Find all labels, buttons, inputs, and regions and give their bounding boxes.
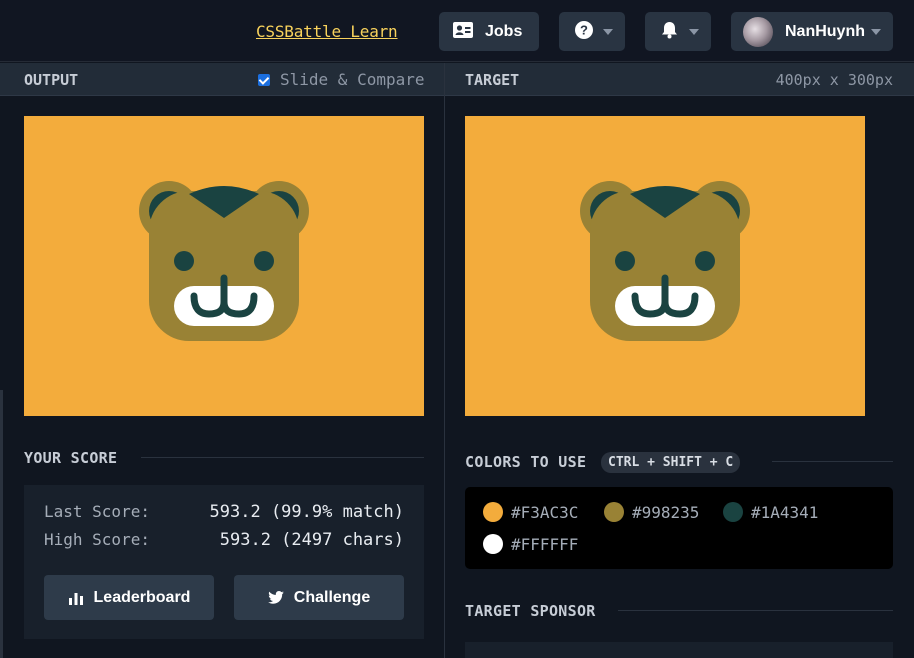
color-hex: #1A4341: [751, 502, 819, 522]
bell-icon: [661, 21, 678, 43]
slide-compare-label: Slide & Compare: [280, 70, 425, 89]
target-title: TARGET: [465, 71, 520, 89]
chevron-down-icon: [689, 29, 699, 35]
bar-chart-icon: [68, 591, 84, 605]
sponsor-panel: [465, 642, 893, 658]
high-score-label: High Score:: [44, 530, 150, 549]
score-panel: Last Score: 593.2 (99.9% match) High Sco…: [24, 485, 424, 639]
slide-compare-toggle[interactable]: Slide & Compare: [258, 70, 425, 89]
user-menu-button[interactable]: NanHuynh: [731, 12, 893, 51]
section-divider: [141, 457, 424, 458]
leaderboard-button[interactable]: Leaderboard: [44, 575, 214, 620]
chevron-down-icon: [603, 29, 613, 35]
username: NanHuynh: [785, 22, 865, 40]
jobs-label: Jobs: [485, 22, 523, 40]
svg-text:?: ?: [580, 22, 588, 37]
output-preview[interactable]: [24, 116, 424, 416]
color-dot: [723, 502, 743, 522]
color-swatch[interactable]: #998235: [604, 502, 699, 522]
section-divider: [772, 461, 893, 462]
help-icon: ?: [575, 20, 593, 43]
colors-heading: COLORS TO USE: [465, 453, 587, 471]
target-dimensions: 400px x 300px: [775, 71, 893, 89]
target-panel-header: TARGET 400px x 300px: [445, 63, 914, 96]
color-dot: [483, 534, 503, 554]
last-score-label: Last Score:: [44, 502, 150, 521]
leaderboard-label: Leaderboard: [93, 588, 191, 606]
color-dot: [483, 502, 503, 522]
panel-divider[interactable]: [444, 63, 445, 658]
twitter-icon: [267, 591, 284, 604]
target-image[interactable]: [465, 116, 865, 416]
color-palette: #F3AC3C #998235 #1A4341 #FFFFFF: [465, 487, 893, 569]
color-dot: [604, 502, 624, 522]
challenge-button[interactable]: Challenge: [234, 575, 404, 620]
color-hex: #FFFFFF: [511, 534, 579, 554]
avatar: [743, 16, 773, 47]
jobs-button[interactable]: Jobs: [439, 12, 539, 51]
last-score-value: 593.2 (99.9% match): [209, 502, 404, 522]
top-bar: CSSBattle Learn Jobs ? NanHuynh: [0, 0, 914, 62]
notifications-button[interactable]: [645, 12, 711, 51]
high-score-value: 593.2 (2497 chars): [219, 530, 404, 550]
color-swatch[interactable]: #1A4341: [723, 502, 818, 522]
id-card-icon: [453, 21, 473, 42]
bear-face-target: [580, 181, 750, 341]
output-panel-header: OUTPUT Slide & Compare: [0, 63, 444, 96]
bear-face-output: [139, 181, 309, 341]
output-title: OUTPUT: [24, 71, 79, 89]
slide-compare-checkbox[interactable]: [258, 73, 270, 86]
editor-edge: [0, 390, 3, 658]
challenge-label: Challenge: [293, 588, 371, 606]
shortcut-badge: CTRL + SHIFT + C: [601, 452, 741, 473]
chevron-down-icon: [871, 29, 881, 35]
cssbattle-learn-link[interactable]: CSSBattle Learn: [256, 22, 398, 41]
color-hex: #F3AC3C: [511, 502, 579, 522]
section-divider: [618, 610, 893, 611]
help-menu-button[interactable]: ?: [559, 12, 625, 51]
color-hex: #998235: [632, 502, 700, 522]
your-score-heading: YOUR SCORE: [24, 449, 118, 467]
color-swatch[interactable]: #FFFFFF: [483, 534, 578, 554]
target-sponsor-heading: TARGET SPONSOR: [465, 602, 596, 620]
color-swatch[interactable]: #F3AC3C: [483, 502, 578, 522]
